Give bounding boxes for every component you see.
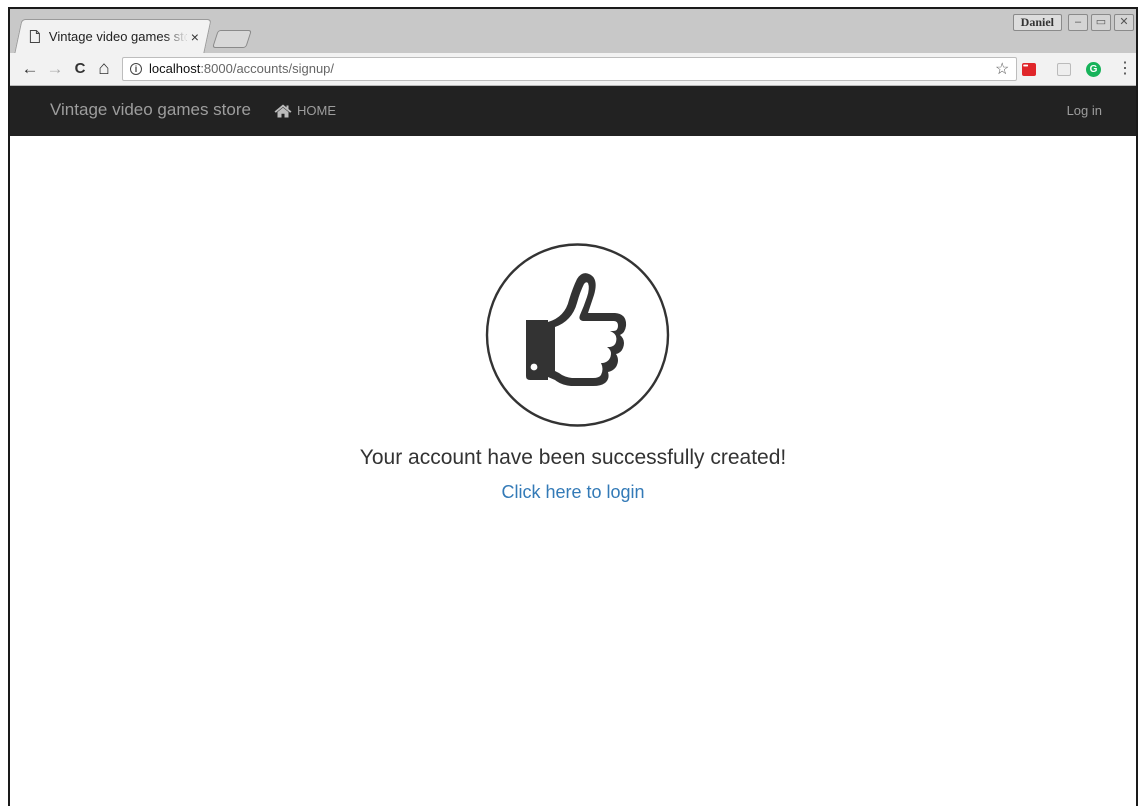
reload-icon[interactable]: C — [70, 59, 90, 79]
house-icon — [274, 104, 292, 118]
login-link[interactable]: Click here to login — [10, 482, 1136, 503]
nav-home-label: HOME — [297, 103, 336, 118]
success-message: Your account have been successfully crea… — [359, 446, 787, 469]
tab-title: Vintage video games store — [48, 29, 187, 44]
page-icon — [29, 30, 41, 43]
new-tab-button[interactable] — [212, 30, 252, 48]
url-path: :8000/accounts/signup/ — [200, 61, 335, 76]
thumbs-up-icon — [485, 243, 670, 427]
browser-toolbar: ← → C ⌂ i localhost:8000/accounts/signup… — [10, 53, 1136, 86]
tab-close-icon[interactable]: × — [191, 29, 199, 45]
minimize-icon[interactable]: – — [1068, 14, 1088, 31]
browser-tab[interactable]: Vintage video games store × — [14, 19, 212, 53]
nav-login-link[interactable]: Log in — [1067, 86, 1102, 136]
info-icon[interactable]: i — [130, 63, 142, 75]
extension-lastpass-icon[interactable] — [1022, 63, 1036, 76]
url-host: localhost — [149, 61, 201, 76]
nav-home-link[interactable]: HOME — [274, 86, 336, 136]
site-navbar: Vintage video games store HOME Log in — [10, 86, 1136, 136]
back-arrow-icon[interactable]: ← — [20, 59, 40, 79]
main-content: Your account have been successfully crea… — [10, 136, 1136, 806]
forward-arrow-icon[interactable]: → — [45, 59, 65, 79]
tab-strip: Vintage video games store × Daniel – ▭ ✕ — [10, 9, 1136, 53]
extension-grammarly-icon[interactable]: G — [1086, 62, 1101, 77]
profile-button[interactable]: Daniel — [1012, 14, 1062, 31]
browser-window: Vintage video games store × Daniel – ▭ ✕… — [8, 7, 1138, 806]
maximize-icon[interactable]: ▭ — [1091, 14, 1111, 31]
bookmark-star-icon[interactable]: ☆ — [995, 59, 1009, 79]
close-window-icon[interactable]: ✕ — [1114, 14, 1134, 31]
browser-menu-icon[interactable]: ⋮ — [1117, 59, 1133, 79]
navbar-brand[interactable]: Vintage video games store — [50, 86, 251, 136]
home-icon[interactable]: ⌂ — [94, 59, 114, 79]
address-bar[interactable]: i localhost:8000/accounts/signup/ — [122, 57, 1017, 81]
extension-icon[interactable] — [1057, 63, 1071, 76]
